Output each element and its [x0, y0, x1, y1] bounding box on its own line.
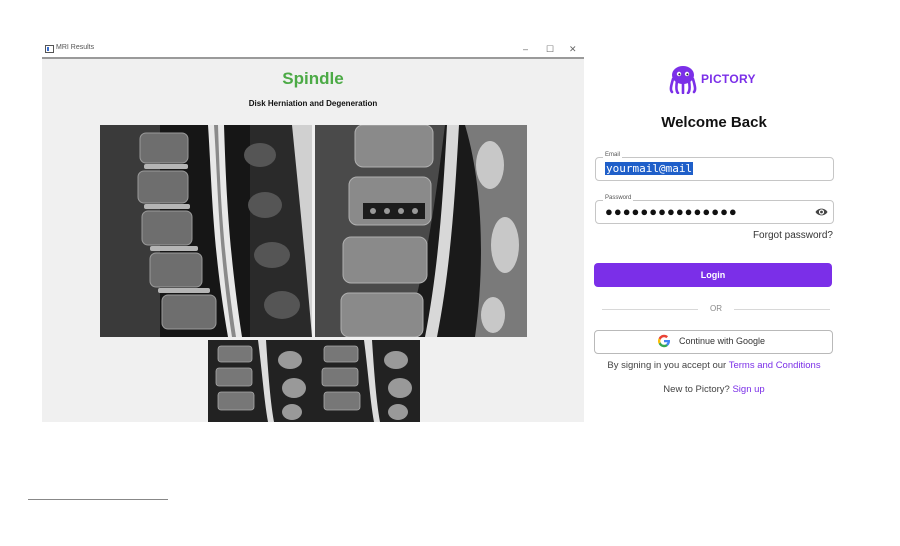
- mri-scan-thumbnail-1: [208, 340, 314, 422]
- window-titlebar[interactable]: MRI Results – ☐ ✕: [42, 42, 584, 59]
- forgot-password-link[interactable]: Forgot password?: [753, 230, 833, 241]
- divider-line-right: [734, 309, 830, 310]
- app-window-icon: [45, 45, 54, 53]
- password-label: Password: [603, 195, 634, 201]
- maximize-button[interactable]: ☐: [546, 43, 554, 55]
- footnote-divider: [28, 499, 168, 500]
- password-field[interactable]: Password ●●●●●●●●●●●●●●●: [595, 195, 834, 224]
- signup-text: New to Pictory? Sign up: [590, 384, 838, 395]
- password-value[interactable]: ●●●●●●●●●●●●●●●: [605, 203, 738, 221]
- email-field[interactable]: Email yourmail@mail: [595, 152, 834, 181]
- login-button[interactable]: Login: [594, 263, 832, 287]
- mri-scan-sagittal-left: [100, 125, 312, 337]
- continue-with-google-button[interactable]: Continue with Google: [594, 330, 833, 354]
- google-g-icon: [658, 334, 670, 348]
- google-button-label: Continue with Google: [679, 336, 766, 346]
- terms-text: By signing in you accept our Terms and C…: [590, 360, 838, 371]
- or-divider: OR: [602, 304, 830, 314]
- email-value[interactable]: yourmail@mail: [605, 162, 694, 175]
- terms-prefix: By signing in you accept our: [607, 360, 729, 371]
- close-button[interactable]: ✕: [569, 43, 577, 55]
- brand-name: PICTORY: [701, 72, 756, 86]
- email-label: Email: [603, 152, 623, 158]
- window-title: MRI Results: [56, 44, 95, 51]
- eye-icon[interactable]: [815, 206, 828, 218]
- minimize-button[interactable]: –: [523, 43, 528, 55]
- login-panel: PICTORY Welcome Back Email yourmail@mail…: [590, 42, 840, 412]
- octopus-logo-icon: [669, 66, 697, 94]
- app-heading: Spindle: [282, 69, 344, 88]
- terms-link[interactable]: Terms and Conditions: [729, 360, 821, 371]
- mri-results-window: MRI Results – ☐ ✕ Spindle Disk Herniatio…: [42, 42, 584, 422]
- signup-link[interactable]: Sign up: [732, 384, 764, 395]
- mri-scan-sagittal-right: [315, 125, 527, 337]
- app-subheading: Disk Herniation and Degeneration: [248, 99, 378, 108]
- welcome-heading: Welcome Back: [661, 114, 767, 131]
- mri-scan-thumbnail-2: [314, 340, 420, 422]
- signup-prefix: New to Pictory?: [663, 384, 733, 395]
